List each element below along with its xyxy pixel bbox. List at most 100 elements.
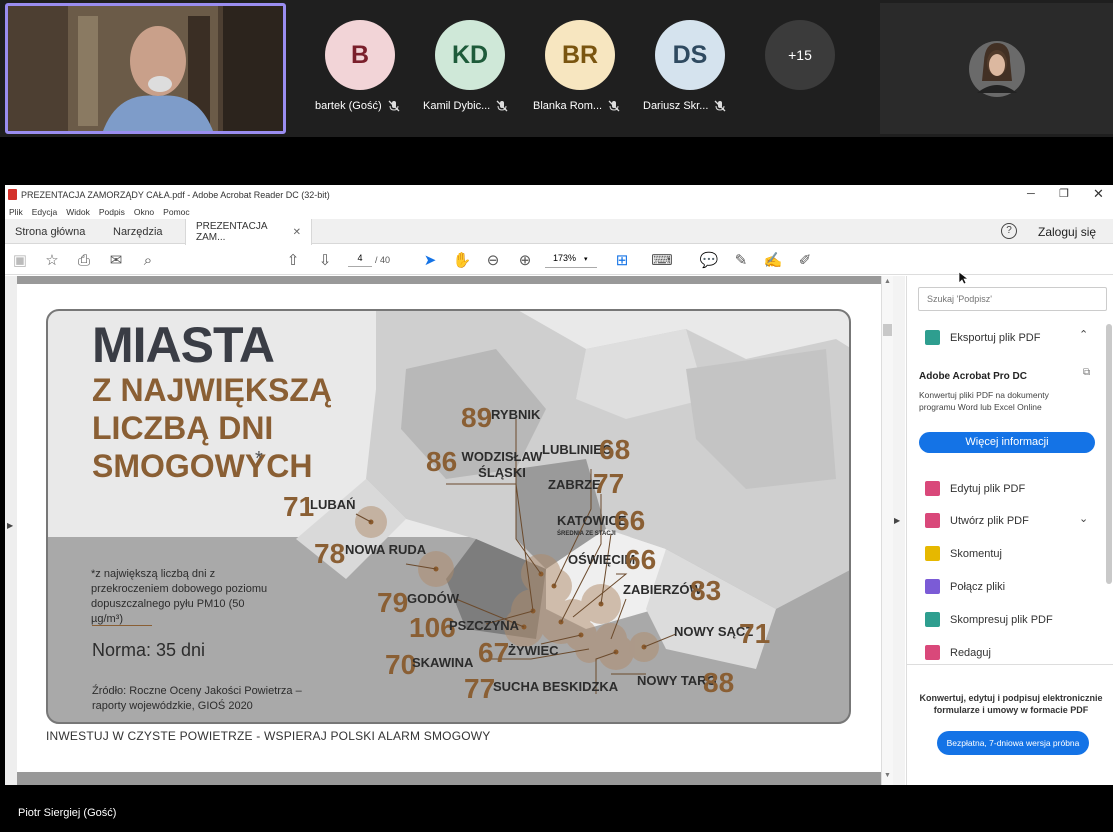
slide-footer: INWESTUJ W CZYSTE POWIETRZE - WSPIERAJ P… bbox=[46, 729, 491, 743]
tool-comment[interactable]: Skomentuj bbox=[925, 546, 1002, 561]
divider bbox=[92, 625, 152, 626]
fit-page-icon[interactable]: ⊞ bbox=[612, 250, 632, 270]
presenter-name: Piotr Siergiej (Gość) bbox=[18, 807, 117, 819]
menu-bar: Plik Edycja Widok Podpis Okno Pomoc bbox=[5, 205, 1113, 219]
menu-okno[interactable]: Okno bbox=[134, 207, 154, 217]
free-trial-button[interactable]: Bezpłatna, 7-dniowa wersja próbna bbox=[937, 731, 1089, 755]
scroll-thumb[interactable] bbox=[883, 324, 892, 336]
more-info-button[interactable]: Więcej informacji bbox=[919, 432, 1095, 453]
select-cursor-icon[interactable]: ➤ bbox=[420, 250, 440, 270]
pane-scrollbar[interactable] bbox=[1106, 324, 1112, 584]
promo-title: Adobe Acrobat Pro DC bbox=[919, 371, 1027, 382]
participant-name-text: Blanka Rom... bbox=[533, 100, 603, 112]
city-value: 83 bbox=[690, 575, 722, 606]
search-icon[interactable]: ⌕ bbox=[138, 250, 158, 270]
participant-tile[interactable]: DS bbox=[655, 20, 725, 90]
tool-combine[interactable]: Połącz pliki bbox=[925, 579, 1005, 594]
tab-close-icon[interactable]: ✕ bbox=[293, 227, 301, 238]
chevron-up-icon[interactable]: ⌃ bbox=[1079, 328, 1088, 341]
save-icon[interactable]: ▣ bbox=[10, 250, 30, 270]
city-value: 78 bbox=[314, 538, 346, 569]
restore-icon[interactable]: ❐ bbox=[1059, 187, 1069, 200]
scroll-down-icon[interactable]: ▼ bbox=[884, 772, 891, 779]
tab-tools[interactable]: Narzędzia bbox=[103, 219, 173, 244]
hand-tool-icon[interactable]: ✋ bbox=[452, 250, 472, 270]
document-area: ▶ ▲ ▼ ▶ MIASTA Z NAJWIĘKSZĄ LICZBĄ DNI S… bbox=[5, 276, 905, 785]
comment-icon[interactable]: 💬 bbox=[699, 250, 719, 270]
tools-pane: Eksportuj plik PDF ⌃ Adobe Acrobat Pro D… bbox=[906, 276, 1113, 785]
city-name: RYBNIK bbox=[491, 407, 541, 422]
tool-label: Edytuj plik PDF bbox=[950, 482, 1026, 495]
bottom-bar: Piotr Siergiej (Gość) bbox=[0, 785, 1113, 832]
menu-plik[interactable]: Plik bbox=[9, 207, 23, 217]
tool-compress[interactable]: Skompresuj plik PDF bbox=[925, 612, 1053, 627]
meeting-participants-strip: B bartek (Gość) KD Kamil Dybic... BR Bla… bbox=[0, 0, 1113, 137]
menu-podpis[interactable]: Podpis bbox=[99, 207, 125, 217]
minimize-icon[interactable]: ─ bbox=[1027, 188, 1035, 200]
participant-tile[interactable]: B bbox=[325, 20, 395, 90]
vertical-scrollbar[interactable]: ▲ ▼ bbox=[881, 276, 893, 785]
expand-right-icon[interactable]: ▶ bbox=[894, 516, 900, 525]
city-value: 67 bbox=[478, 637, 510, 668]
mouse-cursor-icon bbox=[958, 271, 968, 285]
city-value: 89 bbox=[461, 402, 493, 433]
participant-video-tile[interactable] bbox=[880, 3, 1113, 134]
copy-icon[interactable]: ⧉ bbox=[1083, 367, 1090, 378]
participant-avatar: DS bbox=[655, 20, 725, 90]
tab-home[interactable]: Strona główna bbox=[5, 219, 95, 244]
slide-title-line4: SMOGOWYCH bbox=[92, 448, 313, 484]
fill-sign-icon[interactable]: ✐ bbox=[795, 250, 815, 270]
city-name: SUCHA BESKIDZKA bbox=[493, 679, 619, 694]
sign-icon[interactable]: ✍ bbox=[763, 250, 783, 270]
login-link[interactable]: Zaloguj się bbox=[1038, 225, 1096, 239]
tab-document-label: PREZENTACJA ZAM... bbox=[196, 221, 267, 243]
tool-redact[interactable]: Redaguj bbox=[925, 645, 991, 660]
close-icon[interactable]: ✕ bbox=[1093, 186, 1104, 202]
highlight-pen-icon[interactable]: ✎ bbox=[731, 250, 751, 270]
city-name: GODÓW bbox=[407, 591, 459, 606]
next-page-icon[interactable]: ⇩ bbox=[315, 250, 335, 270]
keyboard-icon[interactable]: ⌨ bbox=[651, 250, 673, 270]
chevron-down-icon[interactable]: ⌄ bbox=[1079, 512, 1088, 525]
tool-edit-pdf[interactable]: Edytuj plik PDF bbox=[925, 481, 1025, 496]
left-panel-toggle[interactable]: ▶ bbox=[5, 276, 17, 785]
help-icon[interactable]: ? bbox=[1001, 223, 1017, 239]
combine-files-icon bbox=[925, 579, 940, 594]
slide-title-line1: MIASTA bbox=[92, 317, 275, 373]
export-pdf-icon bbox=[925, 330, 940, 345]
tab-bar: Strona główna Narzędzia PREZENTACJA ZAM.… bbox=[5, 219, 1113, 245]
zoom-value: 173% bbox=[553, 253, 577, 263]
page-total: / 40 bbox=[375, 255, 391, 265]
pdf-page: MIASTA Z NAJWIĘKSZĄ LICZBĄ DNI SMOGOWYCH… bbox=[17, 276, 881, 785]
tool-create-pdf[interactable]: Utwórz plik PDF bbox=[925, 513, 1029, 528]
zoom-in-icon[interactable]: ⊕ bbox=[515, 250, 535, 270]
menu-pomoc[interactable]: Pomoc bbox=[163, 207, 189, 217]
participant-tile[interactable]: KD bbox=[435, 20, 505, 90]
tab-document[interactable]: PREZENTACJA ZAM... ✕ bbox=[185, 219, 312, 245]
email-icon[interactable]: ✉ bbox=[106, 250, 126, 270]
participant-tile[interactable]: BR bbox=[545, 20, 615, 90]
scroll-up-icon[interactable]: ▲ bbox=[884, 278, 891, 285]
tool-label: Połącz pliki bbox=[950, 580, 1006, 593]
city-value: 86 bbox=[426, 446, 458, 477]
city-value: 68 bbox=[599, 434, 631, 465]
participant-photo-avatar bbox=[969, 41, 1025, 97]
export-pdf-label: Eksportuj plik PDF bbox=[950, 331, 1041, 344]
menu-widok[interactable]: Widok bbox=[66, 207, 90, 217]
print-icon[interactable]: ⎙ bbox=[74, 250, 94, 270]
prev-page-icon[interactable]: ⇧ bbox=[283, 250, 303, 270]
city-name: ŻYWIEC bbox=[508, 643, 559, 658]
divider bbox=[907, 664, 1113, 665]
video-tile-speaker[interactable] bbox=[5, 3, 286, 134]
more-participants-button[interactable]: +15 bbox=[765, 20, 835, 90]
city-note: ŚREDNIA ZE STACJI bbox=[557, 531, 616, 537]
zoom-dropdown[interactable]: 173% ▾ bbox=[545, 253, 597, 268]
menu-edycja[interactable]: Edycja bbox=[32, 207, 58, 217]
city-name: SKAWINA bbox=[412, 655, 474, 670]
bookmark-star-icon[interactable]: ☆ bbox=[42, 250, 62, 270]
zoom-out-icon[interactable]: ⊖ bbox=[483, 250, 503, 270]
page-number-input[interactable]: 4 bbox=[348, 253, 372, 267]
tools-search-input[interactable] bbox=[918, 287, 1107, 311]
export-pdf-item[interactable]: Eksportuj plik PDF bbox=[925, 330, 1040, 345]
city-value: 79 bbox=[377, 587, 409, 618]
